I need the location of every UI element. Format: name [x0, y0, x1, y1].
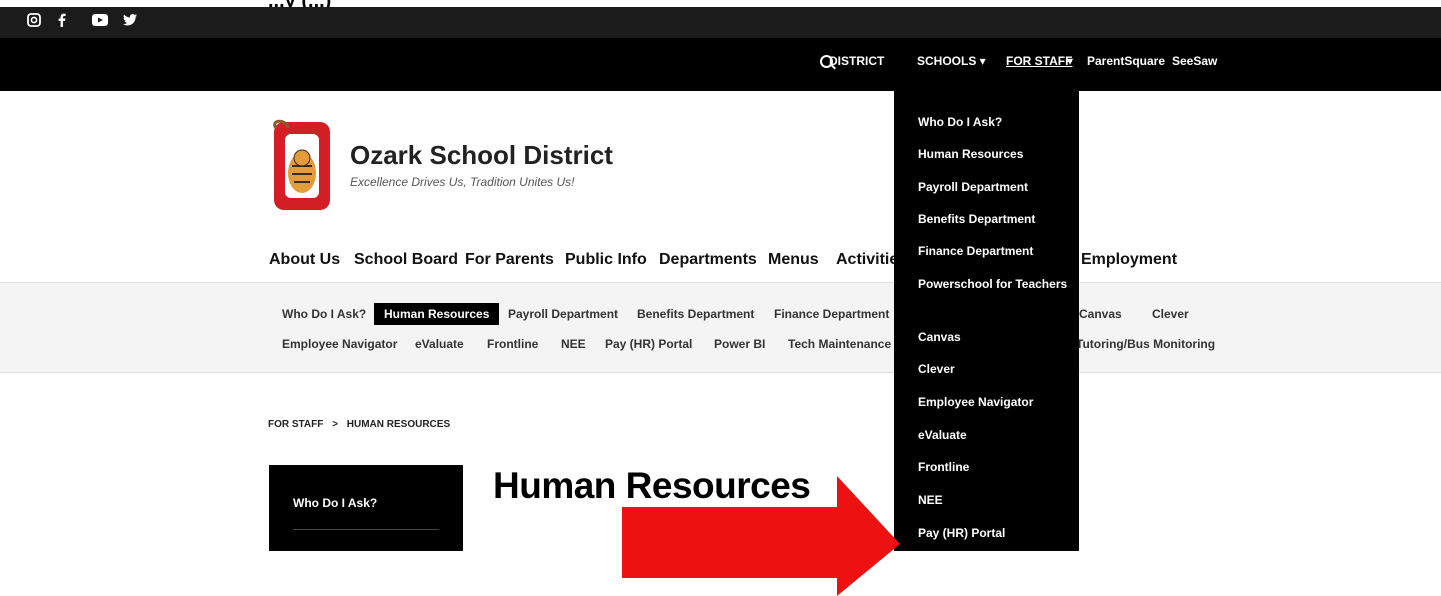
red-arrow-annotation: [622, 476, 900, 596]
